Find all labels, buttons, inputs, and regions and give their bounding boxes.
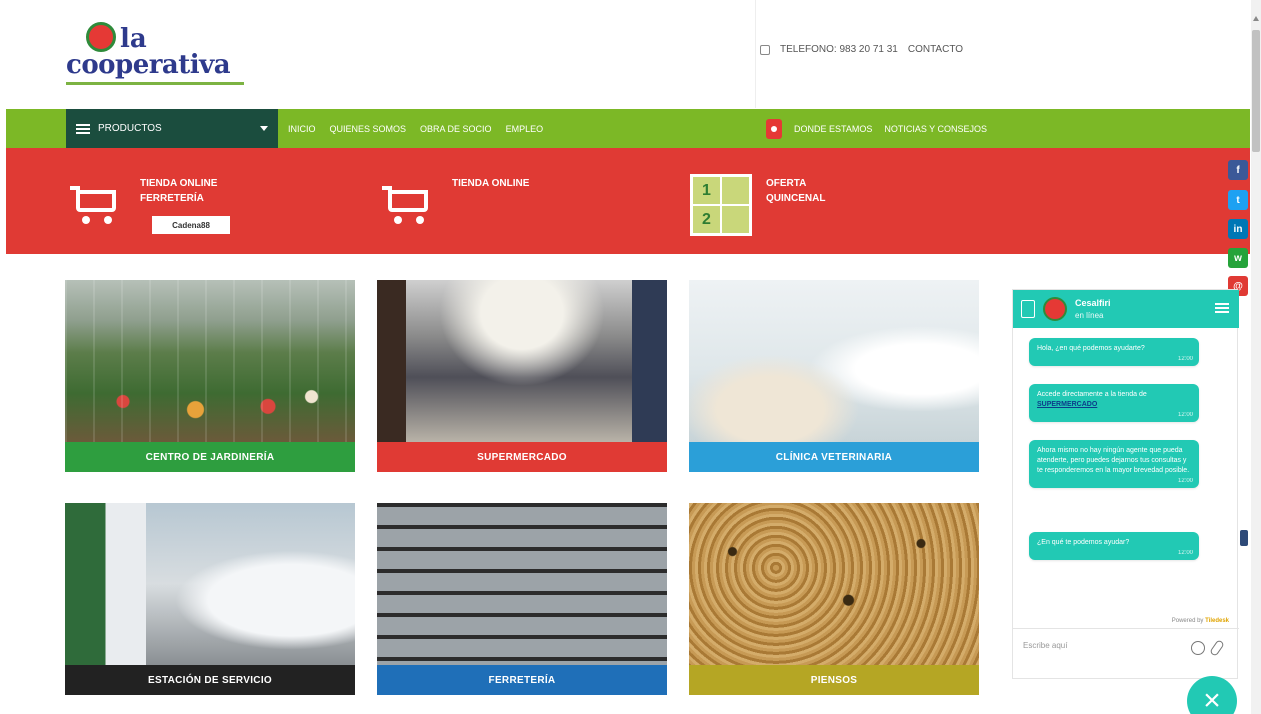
gas-station-photo (65, 503, 355, 665)
emoji-icon[interactable] (1191, 641, 1205, 655)
logo-text-bottom: cooperativa (66, 50, 231, 80)
nav-links: INICIO QUIENES SOMOS OBRA DE SOCIO EMPLE… (288, 109, 543, 148)
powered-by-brand[interactable]: Tiledesk (1205, 618, 1229, 624)
nav-link-obra-socio[interactable]: OBRA DE SOCIO (420, 124, 492, 134)
hardware-store-photo (377, 503, 667, 665)
nav-link-noticias[interactable]: NOTICIAS Y CONSEJOS (884, 124, 987, 134)
garden-center-photo (65, 280, 355, 442)
chat-message-input[interactable]: Escribe aquí (1013, 628, 1239, 668)
nav-link-quienes-somos[interactable]: QUIENES SOMOS (330, 124, 407, 134)
tile-ferreteria[interactable]: FERRETERÍA (377, 503, 667, 695)
tile-label: PIENSOS (689, 665, 979, 695)
scrollbar-thumb[interactable] (1252, 30, 1260, 152)
promo-ferreteria-text: TIENDA ONLINE FERRETERÍA (140, 176, 217, 206)
chat-message-time: 12:00 (1177, 356, 1193, 362)
facebook-icon[interactable]: f (1228, 160, 1248, 180)
tile-centro-jardineria[interactable]: CENTRO DE JARDINERÍA (65, 280, 355, 472)
tile-label: FERRETERÍA (377, 665, 667, 695)
nav-link-empleo[interactable]: EMPLEO (506, 124, 544, 134)
logo-mark-icon (86, 22, 116, 52)
chat-message-time: 12:00 (1177, 412, 1193, 418)
promo-tienda-online[interactable]: TIENDA ONLINE (382, 148, 582, 254)
promo-oferta-line2: QUINCENAL (766, 193, 826, 204)
chat-message-text: Hola, ¿en qué podemos ayudarte? (1037, 345, 1145, 352)
cart-icon (382, 178, 436, 228)
chat-agent-status: en línea (1075, 311, 1104, 320)
chat-message-text: Accede directamente a la tienda de (1037, 391, 1147, 398)
promo-ferreteria-line2: FERRETERÍA (140, 193, 204, 204)
chat-menu-icon[interactable] (1215, 303, 1229, 313)
promo-band: TIENDA ONLINE FERRETERÍA Cadena88 TIENDA… (6, 148, 1250, 254)
promo-ferreteria-line1: TIENDA ONLINE (140, 178, 218, 189)
chat-message: Hola, ¿en qué podemos ayudarte? 12:00 (1029, 338, 1199, 366)
products-menu-button[interactable]: PRODUCTOS (66, 109, 278, 148)
tile-supermercado[interactable]: SUPERMERCADO (377, 280, 667, 472)
chat-message-text: Ahora mismo no hay ningún agente que pue… (1037, 447, 1190, 474)
chat-agent-name: Cesalfiri (1075, 298, 1111, 308)
nav-link-inicio[interactable]: INICIO (288, 124, 316, 134)
linkedin-icon[interactable]: in (1228, 219, 1248, 239)
chat-message-time: 12:00 (1177, 550, 1193, 556)
tile-clinica-veterinaria[interactable]: CLÍNICA VETERINARIA (689, 280, 979, 472)
promo-oferta-quincenal[interactable]: 12 OFERTA QUINCENAL (690, 148, 890, 254)
location-pin-icon (766, 118, 782, 139)
phone-icon (760, 44, 770, 55)
chevron-down-icon (260, 126, 268, 131)
contact-link[interactable]: CONTACTO (908, 44, 963, 55)
chat-back-icon[interactable] (1021, 300, 1035, 318)
header-divider (755, 0, 756, 108)
chat-widget: Cesalfiri en línea Hola, ¿en qué podemos… (1012, 289, 1239, 679)
chat-message: Ahora mismo no hay ningún agente que pue… (1029, 440, 1199, 488)
phone-link[interactable]: TELEFONO: 983 20 71 31 (780, 44, 898, 55)
cadena88-logo: Cadena88 (152, 216, 230, 234)
supermarket-photo (377, 280, 667, 442)
avatar (1043, 297, 1067, 321)
chat-message-time: 12:00 (1177, 478, 1193, 484)
tile-estacion-servicio[interactable]: ESTACIÓN DE SERVICIO (65, 503, 355, 695)
chat-header: Cesalfiri en línea (1013, 290, 1239, 328)
promo-tienda-text: TIENDA ONLINE (452, 178, 530, 189)
products-label: PRODUCTOS (98, 123, 162, 134)
twitter-icon[interactable]: t (1228, 190, 1248, 210)
tile-label: CENTRO DE JARDINERÍA (65, 442, 355, 472)
nav-right: DONDE ESTAMOS NOTICIAS Y CONSEJOS (766, 109, 987, 148)
header-contact: TELEFONO: 983 20 71 31 CONTACTO (760, 44, 963, 55)
promo-ferreteria-online[interactable]: TIENDA ONLINE FERRETERÍA Cadena88 (70, 148, 270, 254)
promo-oferta-line1: OFERTA (766, 178, 807, 189)
powered-by: Powered by Tiledesk (1172, 618, 1229, 624)
tile-piensos[interactable]: PIENSOS (689, 503, 979, 695)
oferta-brochure-image: 12 (690, 174, 752, 236)
promo-oferta-text: OFERTA QUINCENAL (766, 176, 825, 206)
whatsapp-icon[interactable]: w (1228, 248, 1248, 268)
tile-label: CLÍNICA VETERINARIA (689, 442, 979, 472)
vet-clinic-photo (689, 280, 979, 442)
nav-link-donde-estamos[interactable]: DONDE ESTAMOS (794, 124, 872, 134)
hamburger-icon (76, 123, 90, 134)
powered-by-text: Powered by (1171, 618, 1204, 624)
side-tab[interactable] (1240, 530, 1248, 546)
cart-icon (70, 178, 124, 228)
site-logo[interactable]: la cooperativa (66, 20, 246, 86)
chat-message-text: ¿En qué te podemos ayudar? (1037, 539, 1130, 546)
logo-underline (66, 82, 244, 85)
chat-close-button[interactable]: × (1187, 676, 1237, 714)
main-nav: PRODUCTOS INICIO QUIENES SOMOS OBRA DE S… (6, 109, 1250, 148)
tile-label: SUPERMERCADO (377, 442, 667, 472)
chat-supermercado-link[interactable]: SUPERMERCADO (1037, 401, 1097, 408)
header: la cooperativa TELEFONO: 983 20 71 31 CO… (0, 0, 1250, 108)
chat-message: Accede directamente a la tienda de SUPER… (1029, 384, 1199, 422)
tile-label: ESTACIÓN DE SERVICIO (65, 665, 355, 695)
scroll-up-icon[interactable] (1253, 16, 1259, 21)
animal-feed-photo (689, 503, 979, 665)
chat-message: ¿En qué te podemos ayudar? 12:00 (1029, 532, 1199, 560)
